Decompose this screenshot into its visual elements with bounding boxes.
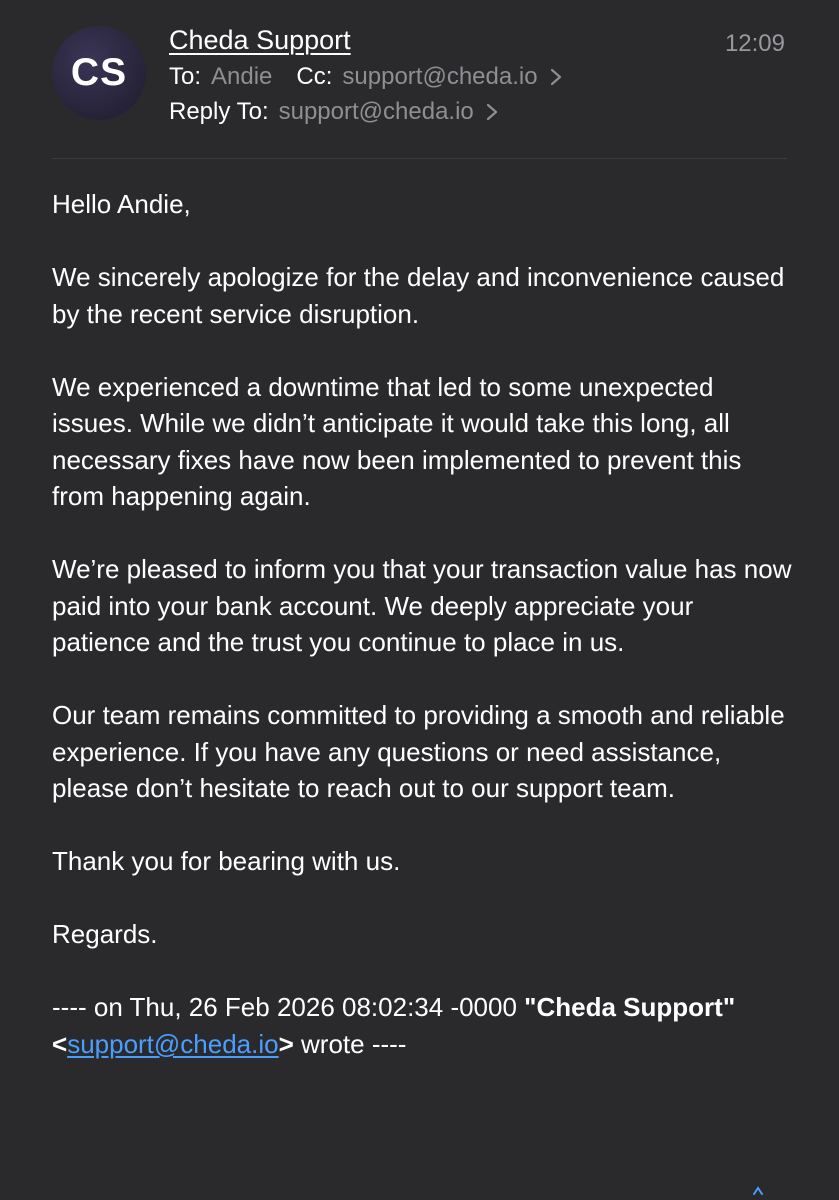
quote-lt: < [52, 1028, 68, 1059]
quote-email-link[interactable]: support@cheda.io [67, 1029, 278, 1059]
avatar[interactable]: CS [52, 26, 146, 120]
avatar-initials: CS [70, 51, 128, 94]
header-divider [52, 158, 787, 159]
timestamp: 12:09 [724, 30, 785, 57]
body-paragraph: We experienced a downtime that led to so… [52, 371, 742, 512]
quote-prefix: ---- on Thu, 26 Feb 2026 08:02:34 -0000 [52, 992, 525, 1022]
body-paragraph: Our team remains committed to providing … [52, 700, 785, 803]
quoted-header: ---- on Thu, 26 Feb 2026 08:02:34 -0000 … [52, 989, 792, 1062]
chevron-right-icon[interactable] [484, 102, 500, 122]
closing-line: Thank you for bearing with us. [52, 846, 401, 876]
scroll-indicator-icon [753, 1186, 763, 1195]
chevron-right-icon[interactable] [548, 67, 564, 87]
reply-to-row[interactable]: Reply To: support@cheda.io [169, 98, 500, 126]
body-paragraph: We sincerely apologize for the delay and… [52, 262, 785, 329]
cc-recipient[interactable]: support@cheda.io [342, 63, 537, 91]
quote-suffix: wrote ---- [293, 1028, 407, 1059]
cc-label: Cc: [296, 63, 333, 90]
quote-gt: > [278, 1028, 294, 1059]
body-paragraph: We’re pleased to inform you that your tr… [52, 554, 792, 657]
quote-sender: "Cheda Support" [524, 992, 736, 1022]
recipients-row[interactable]: To: Andie Cc: support@cheda.io [169, 63, 564, 91]
email-body: Hello Andie, We sincerely apologize for … [52, 186, 792, 1062]
greeting: Hello Andie, [52, 189, 191, 219]
to-recipient[interactable]: Andie [211, 63, 272, 91]
sender-name[interactable]: Cheda Support [169, 25, 351, 56]
to-label: To: [169, 63, 202, 90]
reply-to-address[interactable]: support@cheda.io [279, 98, 474, 126]
email-header: CS Cheda Support 12:09 To: Andie Cc: sup… [0, 0, 839, 160]
reply-to-label: Reply To: [169, 98, 269, 125]
sign-off: Regards. [52, 919, 158, 949]
